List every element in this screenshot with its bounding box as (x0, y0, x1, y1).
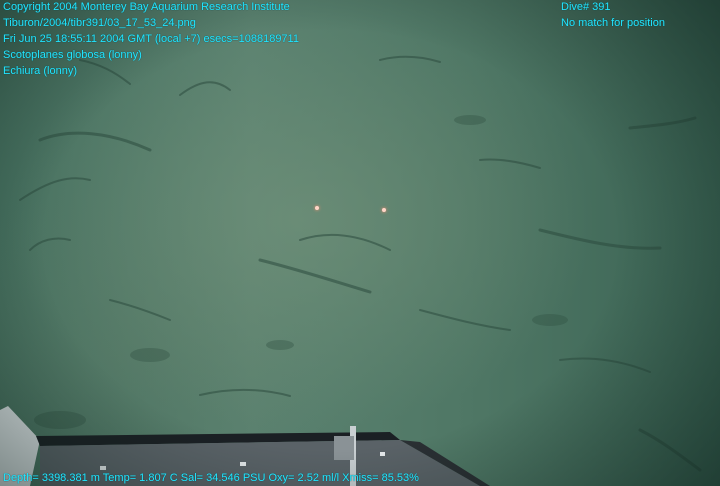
position-status: No match for position (561, 17, 665, 29)
copyright-line: Copyright 2004 Monterey Bay Aquarium Res… (3, 1, 290, 13)
sensor-readout: Depth= 3398.381 m Temp= 1.807 C Sal= 34.… (3, 472, 419, 484)
overlay-annotation-top-right: Dive# 391 No match for position (561, 0, 665, 31)
image-filename: Tiburon/2004/tibr391/03_17_53_24.png (3, 17, 196, 29)
timestamp-line: Fri Jun 25 18:55:11 2004 GMT (local +7) … (3, 33, 299, 45)
species-label-1: Scotoplanes globosa (lonny) (3, 49, 142, 61)
dive-number: Dive# 391 (561, 1, 611, 13)
overlay-annotation-top-left: Copyright 2004 Monterey Bay Aquarium Res… (3, 0, 299, 79)
species-label-2: Echiura (lonny) (3, 65, 77, 77)
